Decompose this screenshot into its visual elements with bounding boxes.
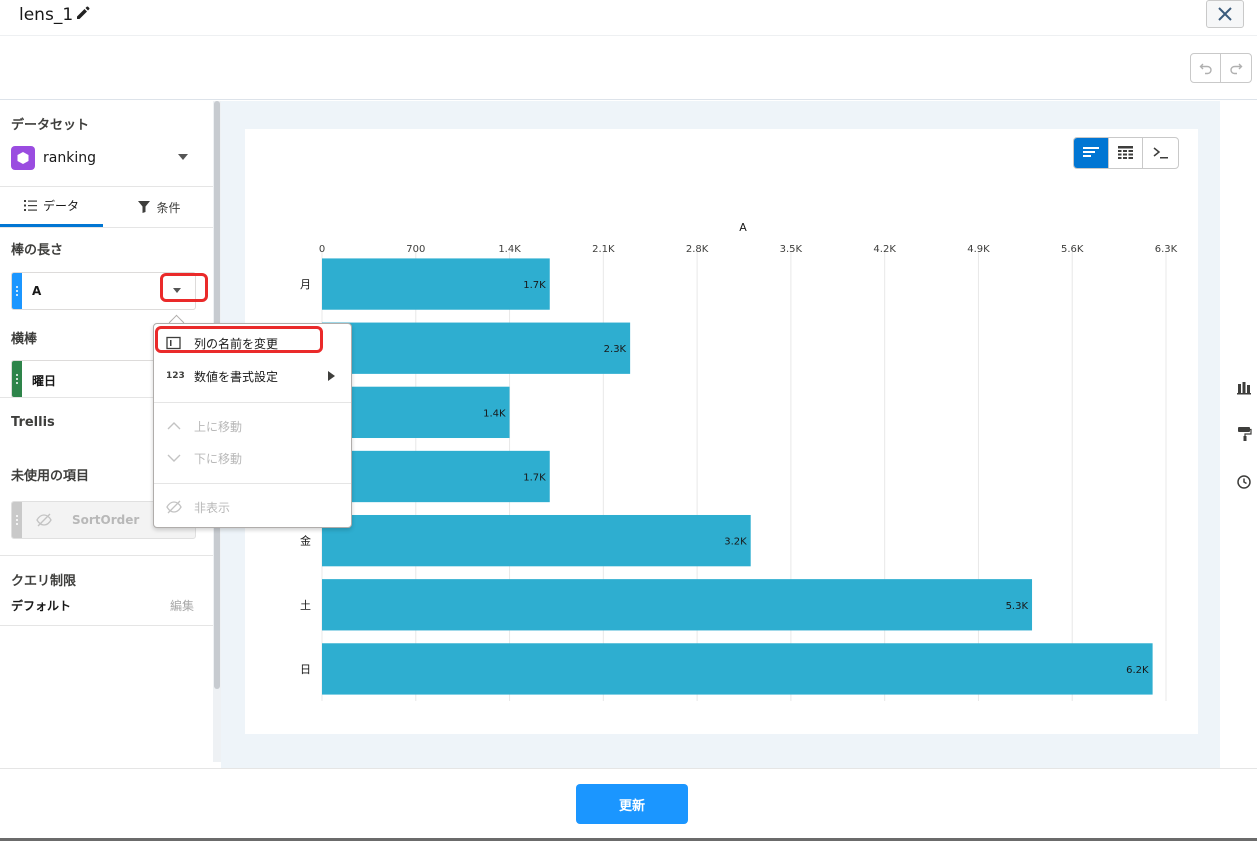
unused-field-label: SortOrder: [72, 513, 140, 527]
list-icon: [23, 200, 37, 211]
undo-button[interactable]: [1191, 54, 1222, 82]
menu-item-label: 下に移動: [194, 452, 243, 466]
category-label: 日: [300, 663, 311, 676]
pencil-icon[interactable]: [75, 5, 91, 21]
update-button[interactable]: 更新: [576, 784, 688, 824]
bars-field-label: 曜日: [32, 374, 57, 388]
rename-highlight: [155, 326, 323, 353]
bar: [322, 579, 1033, 631]
bar-value-label: 1.7K: [523, 280, 546, 291]
undo-redo-group: [1190, 53, 1252, 83]
menu-item-move-up[interactable]: 上に移動: [154, 412, 351, 440]
menu-item-label: 数値を書式設定: [194, 370, 279, 384]
query-limit-value: デフォルト: [11, 599, 72, 613]
chevron-down-icon: [167, 454, 181, 462]
dataset-dropdown-icon[interactable]: [178, 154, 188, 160]
x-tick-label: 1.4K: [498, 244, 521, 255]
tab-filter-label: 条件: [156, 200, 181, 215]
query-limit-edit-link[interactable]: 編集: [170, 597, 194, 614]
chevron-right-icon: [328, 371, 335, 381]
number-format-icon: 123: [166, 371, 185, 381]
menu-item-label: 非表示: [194, 501, 231, 515]
bar-value-label: 1.7K: [523, 473, 546, 484]
top-bar: lens_1: [0, 0, 1257, 36]
drag-handle-icon[interactable]: [12, 273, 22, 309]
bar-chart: A 0 700 1.4K 2.1K 2.8K 3.5K 4.2K 4.9K 5.6K 6.3K 月…: [300, 221, 1178, 701]
bar-chart-view-button[interactable]: [1074, 138, 1109, 168]
bar: [322, 514, 751, 567]
drag-handle-icon[interactable]: [12, 361, 22, 397]
tab-data-label: データ: [42, 199, 79, 213]
menu-separator: [154, 402, 351, 403]
table-view-button[interactable]: [1109, 138, 1144, 168]
tab-filter[interactable]: 条件: [106, 187, 213, 227]
x-tick-label: 2.1K: [592, 244, 615, 255]
divider: [0, 555, 213, 556]
dataset-name[interactable]: ranking: [43, 150, 96, 166]
x-tick-label: 4.9K: [967, 244, 990, 255]
filter-icon: [138, 201, 151, 213]
chevron-down-icon[interactable]: [173, 288, 181, 293]
category-label: 金: [300, 534, 311, 548]
redo-icon: [1230, 63, 1243, 75]
x-tick-label: 6.3K: [1155, 244, 1178, 255]
chevron-up-icon: [167, 422, 181, 430]
bar: [322, 450, 550, 503]
x-tick-label: 4.2K: [873, 244, 896, 255]
paint-roller-icon[interactable]: [1236, 426, 1252, 442]
x-tick-label: 2.8K: [686, 244, 709, 255]
category-label: 土: [300, 599, 311, 612]
close-icon: [1218, 7, 1232, 21]
dataset-icon: [11, 146, 35, 170]
trellis-label: Trellis: [11, 415, 55, 430]
category-label: 月: [300, 278, 311, 291]
bar-value-label: 5.3K: [1006, 601, 1029, 612]
bar-value-label: 2.3K: [604, 344, 627, 355]
close-button[interactable]: [1206, 0, 1244, 28]
divider: [0, 227, 213, 228]
bar-length-field-label: A: [32, 284, 42, 298]
bar-value-label: 1.4K: [483, 408, 506, 419]
redo-button[interactable]: [1221, 54, 1251, 82]
x-tick-label: 700: [406, 244, 425, 255]
field-menu-button-highlight[interactable]: [160, 273, 208, 302]
dataset-label: データセット: [11, 118, 90, 133]
bar-length-label: 棒の長さ: [11, 243, 64, 258]
divider: [0, 625, 213, 626]
lens-title[interactable]: lens_1: [19, 5, 73, 25]
bar: [322, 643, 1153, 695]
chart-properties-icon[interactable]: [1236, 380, 1252, 396]
x-tick-label: 0: [319, 244, 325, 255]
chart-title: A: [739, 221, 747, 234]
terminal-icon: [1153, 147, 1168, 159]
visualization-type-group: [1073, 137, 1179, 169]
menu-separator: [154, 483, 351, 484]
unused-label: 未使用の項目: [11, 469, 90, 484]
field-context-menu: 列の名前を変更 123 数値を書式設定 上に移動 下に移動 非表示: [153, 323, 352, 528]
query-limit-label: クエリ制限: [11, 574, 77, 589]
query-mode-button[interactable]: [1143, 138, 1178, 168]
menu-item-hide[interactable]: 非表示: [154, 493, 351, 521]
bar-value-label: 3.2K: [724, 537, 747, 548]
menu-item-format-number[interactable]: 123 数値を書式設定: [154, 362, 351, 390]
x-tick-label: 3.5K: [780, 244, 803, 255]
eye-hidden-icon: [36, 513, 52, 527]
toolbar: [0, 36, 1257, 100]
x-tick-label: 5.6K: [1061, 244, 1084, 255]
bars-label: 横棒: [11, 332, 38, 347]
history-clock-icon[interactable]: [1236, 474, 1252, 490]
menu-item-label: 上に移動: [194, 420, 243, 434]
bar-value-label: 6.2K: [1126, 665, 1149, 676]
table-icon: [1118, 146, 1133, 159]
bar: [322, 322, 631, 374]
bar-chart-icon: [1082, 147, 1099, 157]
drag-handle-icon[interactable]: [12, 502, 22, 538]
tab-data[interactable]: データ: [0, 187, 103, 227]
menu-item-move-down[interactable]: 下に移動: [154, 444, 351, 472]
undo-icon: [1199, 63, 1212, 75]
bar: [322, 258, 550, 310]
eye-hidden-icon: [166, 500, 182, 514]
